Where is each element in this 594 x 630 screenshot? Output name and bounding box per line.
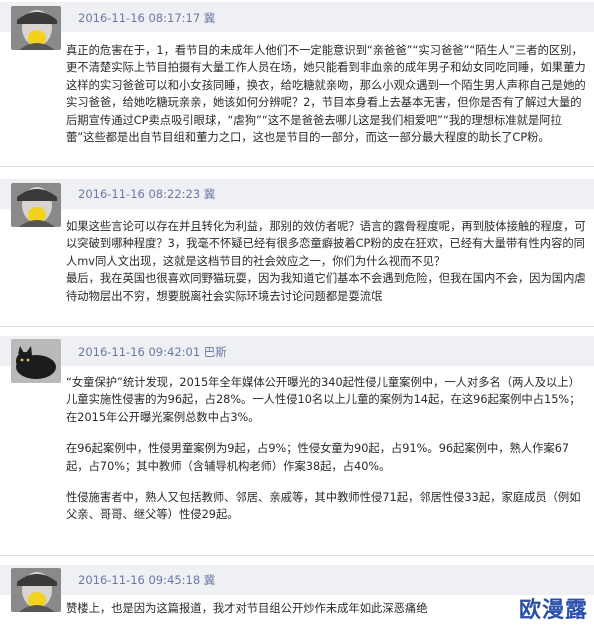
- girl-hat-avatar-icon: [11, 568, 61, 612]
- comment-body: 真正的危害在于，1，看节目的未成年人他们不一定能意识到“亲爸爸”“实习爸爸”“陌…: [66, 42, 588, 146]
- comment-paragraph: 赞楼上，也是因为这篇报道，我才对节目组公开炒作未成年如此深恶痛绝: [66, 602, 428, 615]
- comment-meta: 2016-11-16 09:42:01 巴斯: [78, 345, 227, 359]
- comment-paragraph: 在96起案例中，性侵男童案例为9起，占9%；性侵女童为90起，占91%。96起案…: [66, 442, 570, 473]
- user-avatar[interactable]: [11, 568, 61, 612]
- divider: [0, 326, 594, 327]
- comment-paragraph: “女童保护”统计发现，2015年全年媒体公开曝光的340起性侵儿童案例中，一人对…: [66, 376, 581, 424]
- girl-hat-avatar-icon: [11, 183, 61, 227]
- user-avatar[interactable]: [11, 6, 61, 50]
- comment-meta: 2016-11-16 08:22:23 冀: [78, 187, 216, 201]
- comment-paragraph: 性侵施害者中，熟人又包括教师、邻居、亲戚等，其中教师性侵71起，邻居性侵33起，…: [66, 491, 581, 522]
- girl-hat-avatar-icon: [11, 6, 61, 50]
- watermark-logo: 欧漫露: [518, 598, 588, 623]
- comment-body: 如果这些言论可以存在并且转化为利益，那别的效仿者呢？语言的露骨程度呢，再到肢体接…: [66, 218, 588, 305]
- comment-paragraph: 如果这些言论可以存在并且转化为利益，那别的效仿者呢？语言的露骨程度呢，再到肢体接…: [66, 220, 586, 268]
- black-cat-avatar-icon: [11, 339, 61, 383]
- comment-paragraph: 最后，我在英国也很喜欢同野猫玩耍，因为我知道它们基本不会遇到危险，但我在国内不会…: [66, 272, 586, 303]
- comment-meta: 2016-11-16 09:45:18 冀: [78, 573, 216, 587]
- divider: [0, 555, 594, 556]
- comment-body: 赞楼上，也是因为这篇报道，我才对节目组公开炒作未成年如此深恶痛绝: [66, 600, 588, 617]
- user-avatar[interactable]: [11, 183, 61, 227]
- comment-body: “女童保护”统计发现，2015年全年媒体公开曝光的340起性侵儿童案例中，一人对…: [66, 374, 588, 524]
- comment-paragraph: 真正的危害在于，1，看节目的未成年人他们不一定能意识到“亲爸爸”“实习爸爸”“陌…: [66, 44, 586, 145]
- user-avatar[interactable]: [11, 339, 61, 383]
- comment-meta: 2016-11-16 08:17:17 冀: [78, 11, 216, 25]
- divider: [0, 166, 594, 167]
